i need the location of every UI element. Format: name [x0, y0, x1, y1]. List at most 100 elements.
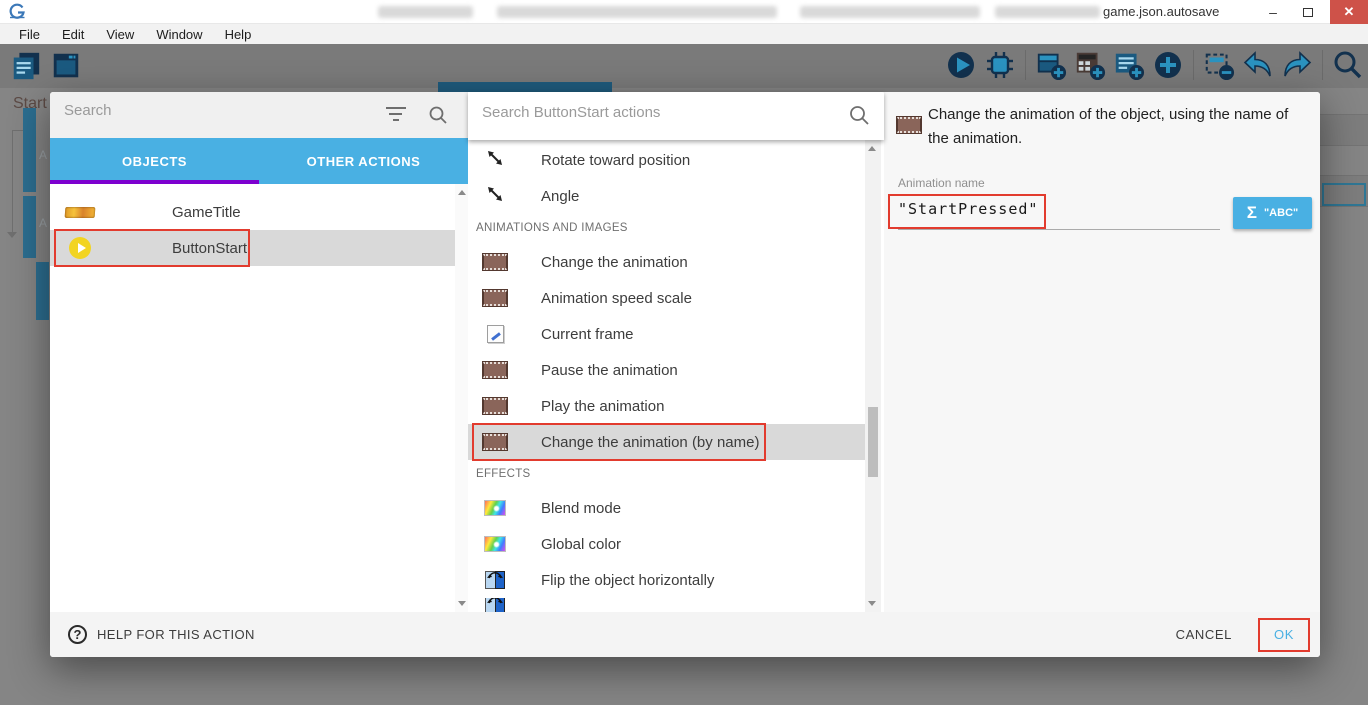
help-link[interactable]: ? HELP FOR THIS ACTION	[68, 625, 255, 644]
add-scene-icon[interactable]	[1035, 49, 1067, 81]
help-label: HELP FOR THIS ACTION	[97, 627, 255, 642]
bg-selected-field-outline	[1322, 183, 1366, 206]
menu-help[interactable]: Help	[214, 27, 263, 42]
action-row-play-the-animation[interactable]: Play the animation	[468, 388, 865, 424]
bg-event-row	[1320, 115, 1368, 145]
action-row-global-color[interactable]: Global color	[468, 526, 865, 562]
delete-instance-icon[interactable]	[1203, 49, 1235, 81]
gdevelop-logo-icon	[8, 3, 26, 25]
scroll-down-icon[interactable]	[458, 601, 466, 606]
abc-label: "ABC"	[1264, 207, 1298, 219]
actions-search-input[interactable]	[482, 104, 812, 121]
action-row-pause-the-animation[interactable]: Pause the animation	[468, 352, 865, 388]
action-row-current-frame[interactable]: Current frame	[468, 316, 865, 352]
action-label: Angle	[541, 188, 579, 205]
ok-button[interactable]: OK	[1274, 627, 1294, 642]
rotate-arrow-icon	[485, 184, 505, 209]
action-label: Rotate toward position	[541, 152, 690, 169]
toolbar-separator	[1025, 50, 1026, 80]
sigma-icon: Σ	[1247, 203, 1257, 223]
menu-file[interactable]: File	[8, 27, 51, 42]
section-header: ANIMATIONS AND IMAGES	[468, 214, 865, 240]
filter-icon[interactable]	[386, 107, 406, 123]
search-icon	[848, 104, 870, 126]
menu-view[interactable]: View	[95, 27, 145, 42]
redo-icon[interactable]	[1281, 49, 1313, 81]
object-label: ButtonStart	[172, 240, 247, 257]
flip-horizontal-icon	[485, 598, 505, 612]
undo-icon[interactable]	[1242, 49, 1274, 81]
film-strip-icon	[483, 290, 507, 306]
action-parameters-panel: Change the animation of the object, usin…	[884, 92, 1320, 612]
restore-icon	[1303, 8, 1313, 17]
flip-horizontal-icon	[485, 571, 505, 589]
help-icon: ?	[68, 625, 87, 644]
film-strip-icon	[483, 254, 507, 270]
redacted-title-text	[800, 6, 980, 18]
expression-editor-button[interactable]: Σ "ABC"	[1233, 197, 1312, 229]
menu-bar: FileEditViewWindowHelp	[0, 24, 1368, 44]
tab-other-actions[interactable]: OTHER ACTIONS	[259, 138, 468, 184]
event-bar	[36, 262, 49, 320]
gametitle-sprite-icon	[65, 207, 96, 218]
dialog-footer: ? HELP FOR THIS ACTION CANCEL OK	[50, 612, 1320, 657]
annotation-box-ok: OK	[1258, 618, 1310, 652]
scroll-down-icon[interactable]	[868, 601, 876, 606]
objects-search-input[interactable]	[64, 102, 364, 119]
action-label: Blend mode	[541, 500, 621, 517]
menu-edit[interactable]: Edit	[51, 27, 95, 42]
section-header: EFFECTS	[468, 460, 865, 486]
main-toolbar	[0, 44, 1368, 88]
toolbar-separator	[1322, 50, 1323, 80]
event-tree-line	[12, 130, 23, 131]
preview-play-icon[interactable]	[945, 49, 977, 81]
add-object-icon[interactable]	[1152, 49, 1184, 81]
action-row-animation-speed-scale[interactable]: Animation speed scale	[468, 280, 865, 316]
action-row-change-the-animation-by-name-[interactable]: Change the animation (by name)	[468, 424, 865, 460]
action-description: Change the animation of the object, usin…	[928, 103, 1310, 151]
close-button[interactable]: ✕	[1330, 0, 1368, 24]
add-external-events-icon[interactable]	[1074, 49, 1106, 81]
event-text-fragment: A	[39, 216, 47, 230]
bg-row-divider	[1320, 206, 1368, 207]
event-bar	[23, 196, 36, 258]
scrollbar-thumb[interactable]	[868, 407, 878, 477]
add-external-layout-icon[interactable]	[1113, 49, 1145, 81]
object-row-gametitle[interactable]: GameTitle	[50, 194, 456, 230]
objects-tabs: OBJECTSOTHER ACTIONS	[50, 138, 468, 184]
action-row-angle[interactable]: Angle	[468, 178, 865, 214]
tab-objects[interactable]: OBJECTS	[50, 138, 259, 184]
restore-button[interactable]	[1292, 0, 1324, 24]
action-row-blend-mode[interactable]: Blend mode	[468, 490, 865, 526]
action-row-rotate-toward-position[interactable]: Rotate toward position	[468, 142, 865, 178]
redacted-title-text	[995, 6, 1100, 18]
action-label: Play the animation	[541, 398, 664, 415]
search-icon[interactable]	[1332, 49, 1364, 81]
action-row-flip-the-object-horizontally[interactable]: Flip the object horizontally	[468, 562, 865, 598]
frame-edit-icon	[487, 325, 504, 343]
animation-name-input[interactable]	[898, 200, 1198, 218]
buttonstart-sprite-icon	[69, 237, 91, 259]
scroll-up-icon[interactable]	[458, 190, 466, 195]
action-label: Global color	[541, 536, 621, 553]
project-manager-icon[interactable]	[10, 50, 42, 82]
redacted-title-text	[497, 6, 777, 18]
scroll-up-icon[interactable]	[868, 146, 876, 151]
debug-icon[interactable]	[984, 49, 1016, 81]
minimize-button[interactable]: –	[1256, 0, 1290, 24]
cancel-button[interactable]: CANCEL	[1164, 617, 1244, 652]
objects-scrollbar[interactable]	[455, 184, 468, 612]
film-strip-icon	[483, 434, 507, 450]
scene-editor-window-icon[interactable]	[50, 50, 82, 82]
object-row-buttonstart[interactable]: ButtonStart	[50, 230, 456, 266]
toolbar-left-group	[10, 50, 82, 82]
action-row-partial[interactable]	[468, 598, 865, 612]
film-strip-icon	[483, 362, 507, 378]
color-blend-icon	[484, 536, 506, 552]
actions-scrollbar[interactable]	[865, 140, 881, 612]
action-row-change-the-animation[interactable]: Change the animation	[468, 244, 865, 280]
object-label: GameTitle	[172, 204, 241, 221]
event-text-fragment: A	[39, 148, 47, 162]
title-bar: game.json.autosave – ✕	[0, 0, 1368, 24]
menu-window[interactable]: Window	[145, 27, 213, 42]
